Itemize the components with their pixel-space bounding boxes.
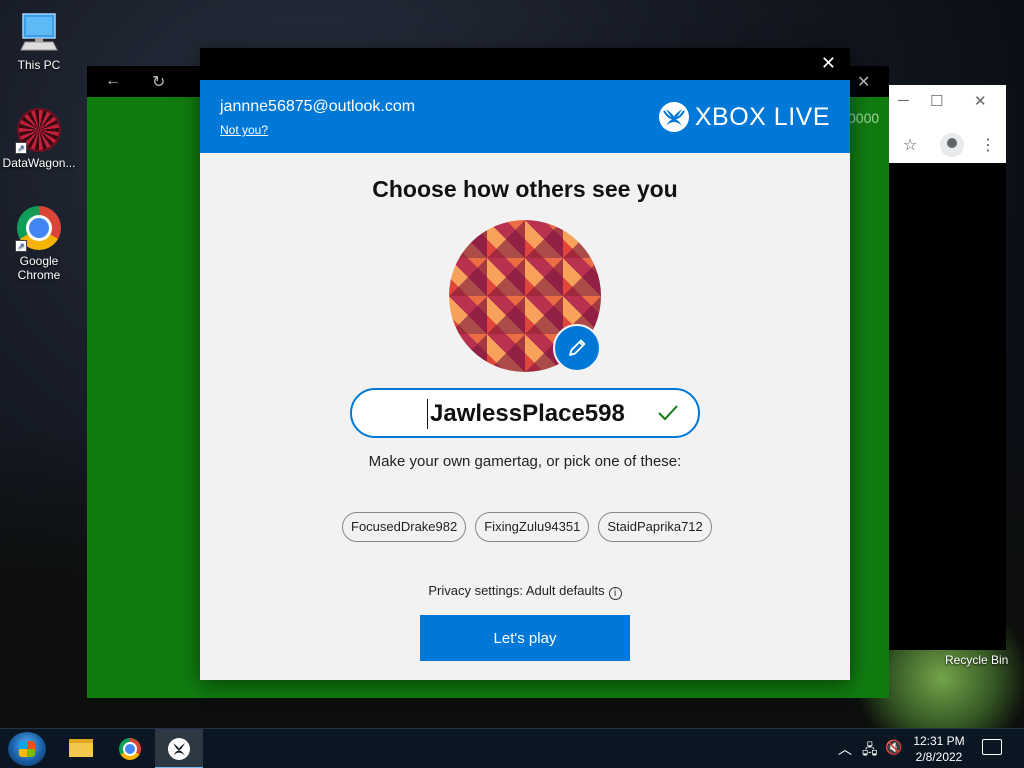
suggestion-chip[interactable]: FocusedDrake982	[342, 512, 467, 542]
not-you-link[interactable]: Not you?	[220, 123, 268, 137]
clock-date: 2/8/2022	[915, 750, 963, 764]
taskbar-xbox[interactable]	[155, 729, 203, 768]
xbox-live-logo: XBOX LIVE	[658, 102, 830, 132]
desktop-icon-datawagon[interactable]: ↗ DataWagon...	[0, 108, 78, 170]
xbox-gamertag-dialog: ✕ jannne56875@outlook.com Not you? XBOX …	[200, 48, 850, 680]
desktop-icon-label: DataWagon...	[2, 156, 76, 170]
action-center-icon[interactable]	[982, 739, 1002, 755]
gamertag-suggestions: FocusedDrake982 FixingZulu94351 StaidPap…	[342, 512, 721, 542]
chrome-toolbar: ─ ☐ ✕ ☆ ⋮	[888, 85, 1006, 163]
desktop-icon-google-chrome[interactable]: ↗ Google Chrome	[0, 206, 78, 282]
network-icon[interactable]: 🖧	[862, 739, 878, 763]
this-pc-icon	[17, 10, 61, 54]
gamertag-input[interactable]	[427, 399, 637, 429]
privacy-settings: Privacy settings: Adult defaults i	[200, 583, 850, 600]
dialog-titlebar: ✕	[200, 48, 850, 80]
taskbar: ︿ 🖧 🔇 12:31 PM 2/8/2022	[0, 728, 1024, 768]
chrome-icon: ↗	[15, 206, 61, 252]
minimize-icon[interactable]: ─	[898, 92, 909, 109]
maximize-icon[interactable]: ☐	[930, 92, 943, 110]
pencil-icon	[569, 339, 586, 356]
star-icon[interactable]: ☆	[903, 135, 917, 155]
datawagon-icon: ↗	[15, 108, 61, 154]
taskbar-file-explorer[interactable]	[57, 729, 105, 768]
desktop-icon-this-pc[interactable]: This PC	[0, 10, 78, 72]
dialog-header: jannne56875@outlook.com Not you? XBOX LI…	[200, 80, 850, 153]
edit-gamerpic-button[interactable]	[553, 324, 601, 372]
xbox-icon	[168, 738, 190, 760]
back-arrow-icon[interactable]: ←	[105, 72, 121, 90]
close-icon[interactable]: ✕	[857, 72, 870, 92]
account-email: jannne56875@outlook.com	[220, 98, 416, 115]
menu-icon[interactable]: ⋮	[980, 135, 996, 155]
desktop-icon-label: This PC	[17, 58, 61, 72]
volume-muted-icon[interactable]: 🔇	[885, 739, 902, 756]
close-icon[interactable]: ✕	[821, 53, 836, 74]
suggestion-chip[interactable]: FixingZulu94351	[475, 512, 590, 542]
clock-time: 12:31 PM	[913, 734, 965, 748]
gamertag-hint: Make your own gamertag, or pick one of t…	[368, 453, 682, 470]
background-count-text: 0000	[848, 110, 880, 126]
shortcut-arrow-icon: ↗	[15, 240, 27, 252]
xbox-sphere-icon	[658, 102, 689, 132]
taskbar-clock[interactable]: 12:31 PM 2/8/2022	[908, 733, 970, 765]
show-hidden-icons-icon[interactable]: ︿	[838, 739, 852, 759]
desktop-icon-label: Google Chrome	[17, 254, 61, 282]
chrome-window[interactable]: ─ ☐ ✕ ☆ ⋮	[888, 85, 1006, 650]
gamertag-field[interactable]	[350, 388, 700, 438]
dialog-title: Choose how others see you	[372, 176, 678, 202]
privacy-settings-label: Privacy settings: Adult defaults	[428, 583, 605, 598]
shortcut-arrow-icon: ↗	[15, 142, 27, 154]
suggestion-chip[interactable]: StaidPaprika712	[598, 512, 712, 542]
refresh-icon[interactable]: ↻	[152, 72, 165, 92]
folder-icon	[69, 739, 93, 757]
close-icon[interactable]: ✕	[974, 92, 987, 110]
taskbar-chrome[interactable]	[106, 729, 154, 768]
info-icon[interactable]: i	[608, 587, 622, 600]
profile-icon[interactable]	[940, 133, 964, 157]
desktop-icon-recycle-bin[interactable]: Recycle Bin	[945, 653, 1008, 667]
checkmark-icon	[658, 405, 678, 421]
chrome-icon	[119, 738, 141, 760]
lets-play-button[interactable]: Let's play	[420, 615, 630, 661]
start-button[interactable]	[8, 732, 46, 766]
brand-name: XBOX LIVE	[694, 102, 830, 131]
